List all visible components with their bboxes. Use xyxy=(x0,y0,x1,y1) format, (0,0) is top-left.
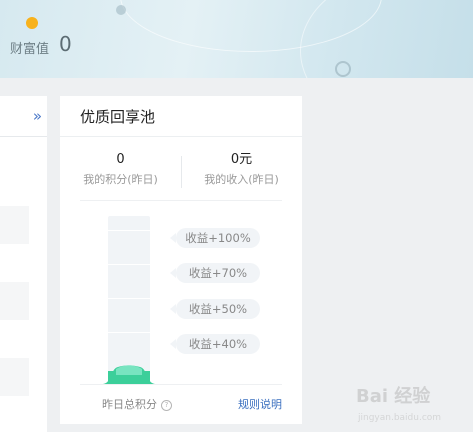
my-income-stat: 0元 我的收入(昨日) xyxy=(181,151,302,189)
list-item[interactable] xyxy=(0,358,29,396)
gauge-tick xyxy=(108,298,150,299)
expand-icon[interactable]: » xyxy=(33,107,42,125)
watermark-text: Bai 经验 xyxy=(356,385,431,407)
total-points-yesterday: 昨日总积分? xyxy=(102,396,172,412)
tier-tag: 收益+100% xyxy=(170,228,260,248)
watermark-subtext: jingyan.baidu.com xyxy=(357,413,441,423)
banner-bubble xyxy=(335,61,351,77)
divider xyxy=(60,136,302,137)
wealth-value: 0 xyxy=(59,32,72,56)
banner-bubble xyxy=(116,5,126,15)
divider xyxy=(80,200,282,201)
my-income-value: 0元 xyxy=(230,152,253,167)
header-banner: 财富值 0 xyxy=(0,0,473,78)
divider xyxy=(80,384,282,385)
tier-tag: 收益+70% xyxy=(170,263,260,283)
banner-decoration xyxy=(300,0,473,78)
tier-tag: 收益+40% xyxy=(170,334,260,354)
wealth-label: 财富值 xyxy=(10,42,50,57)
left-panel-header: » xyxy=(0,96,47,137)
my-points-value: 0 xyxy=(116,152,125,167)
left-panel: » xyxy=(0,96,47,432)
gauge-tick xyxy=(108,332,150,333)
list-item[interactable] xyxy=(0,206,29,244)
card-title: 优质回享池 xyxy=(80,108,156,126)
points-gauge xyxy=(108,216,150,384)
my-points-stat: 0 我的积分(昨日) xyxy=(60,151,181,189)
gauge-tick xyxy=(108,264,150,265)
list-item[interactable] xyxy=(0,282,29,320)
quality-pool-card: 优质回享池 0 我的积分(昨日) 0元 我的收入(昨日) 收益+100% 收益+… xyxy=(60,96,302,424)
total-points-label: 昨日总积分 xyxy=(102,398,157,411)
baidu-jingyan-watermark: Bai 经验 jingyan.baidu.com xyxy=(356,385,441,423)
status-dot-icon xyxy=(26,17,38,29)
gauge-tick xyxy=(108,230,150,231)
help-icon[interactable]: ? xyxy=(161,400,172,411)
rules-link[interactable]: 规则说明 xyxy=(238,396,282,412)
gauge-liquid-base xyxy=(102,365,156,384)
my-points-label: 我的积分(昨日) xyxy=(83,173,158,186)
tier-tag: 收益+50% xyxy=(170,299,260,319)
my-income-label: 我的收入(昨日) xyxy=(204,173,279,186)
